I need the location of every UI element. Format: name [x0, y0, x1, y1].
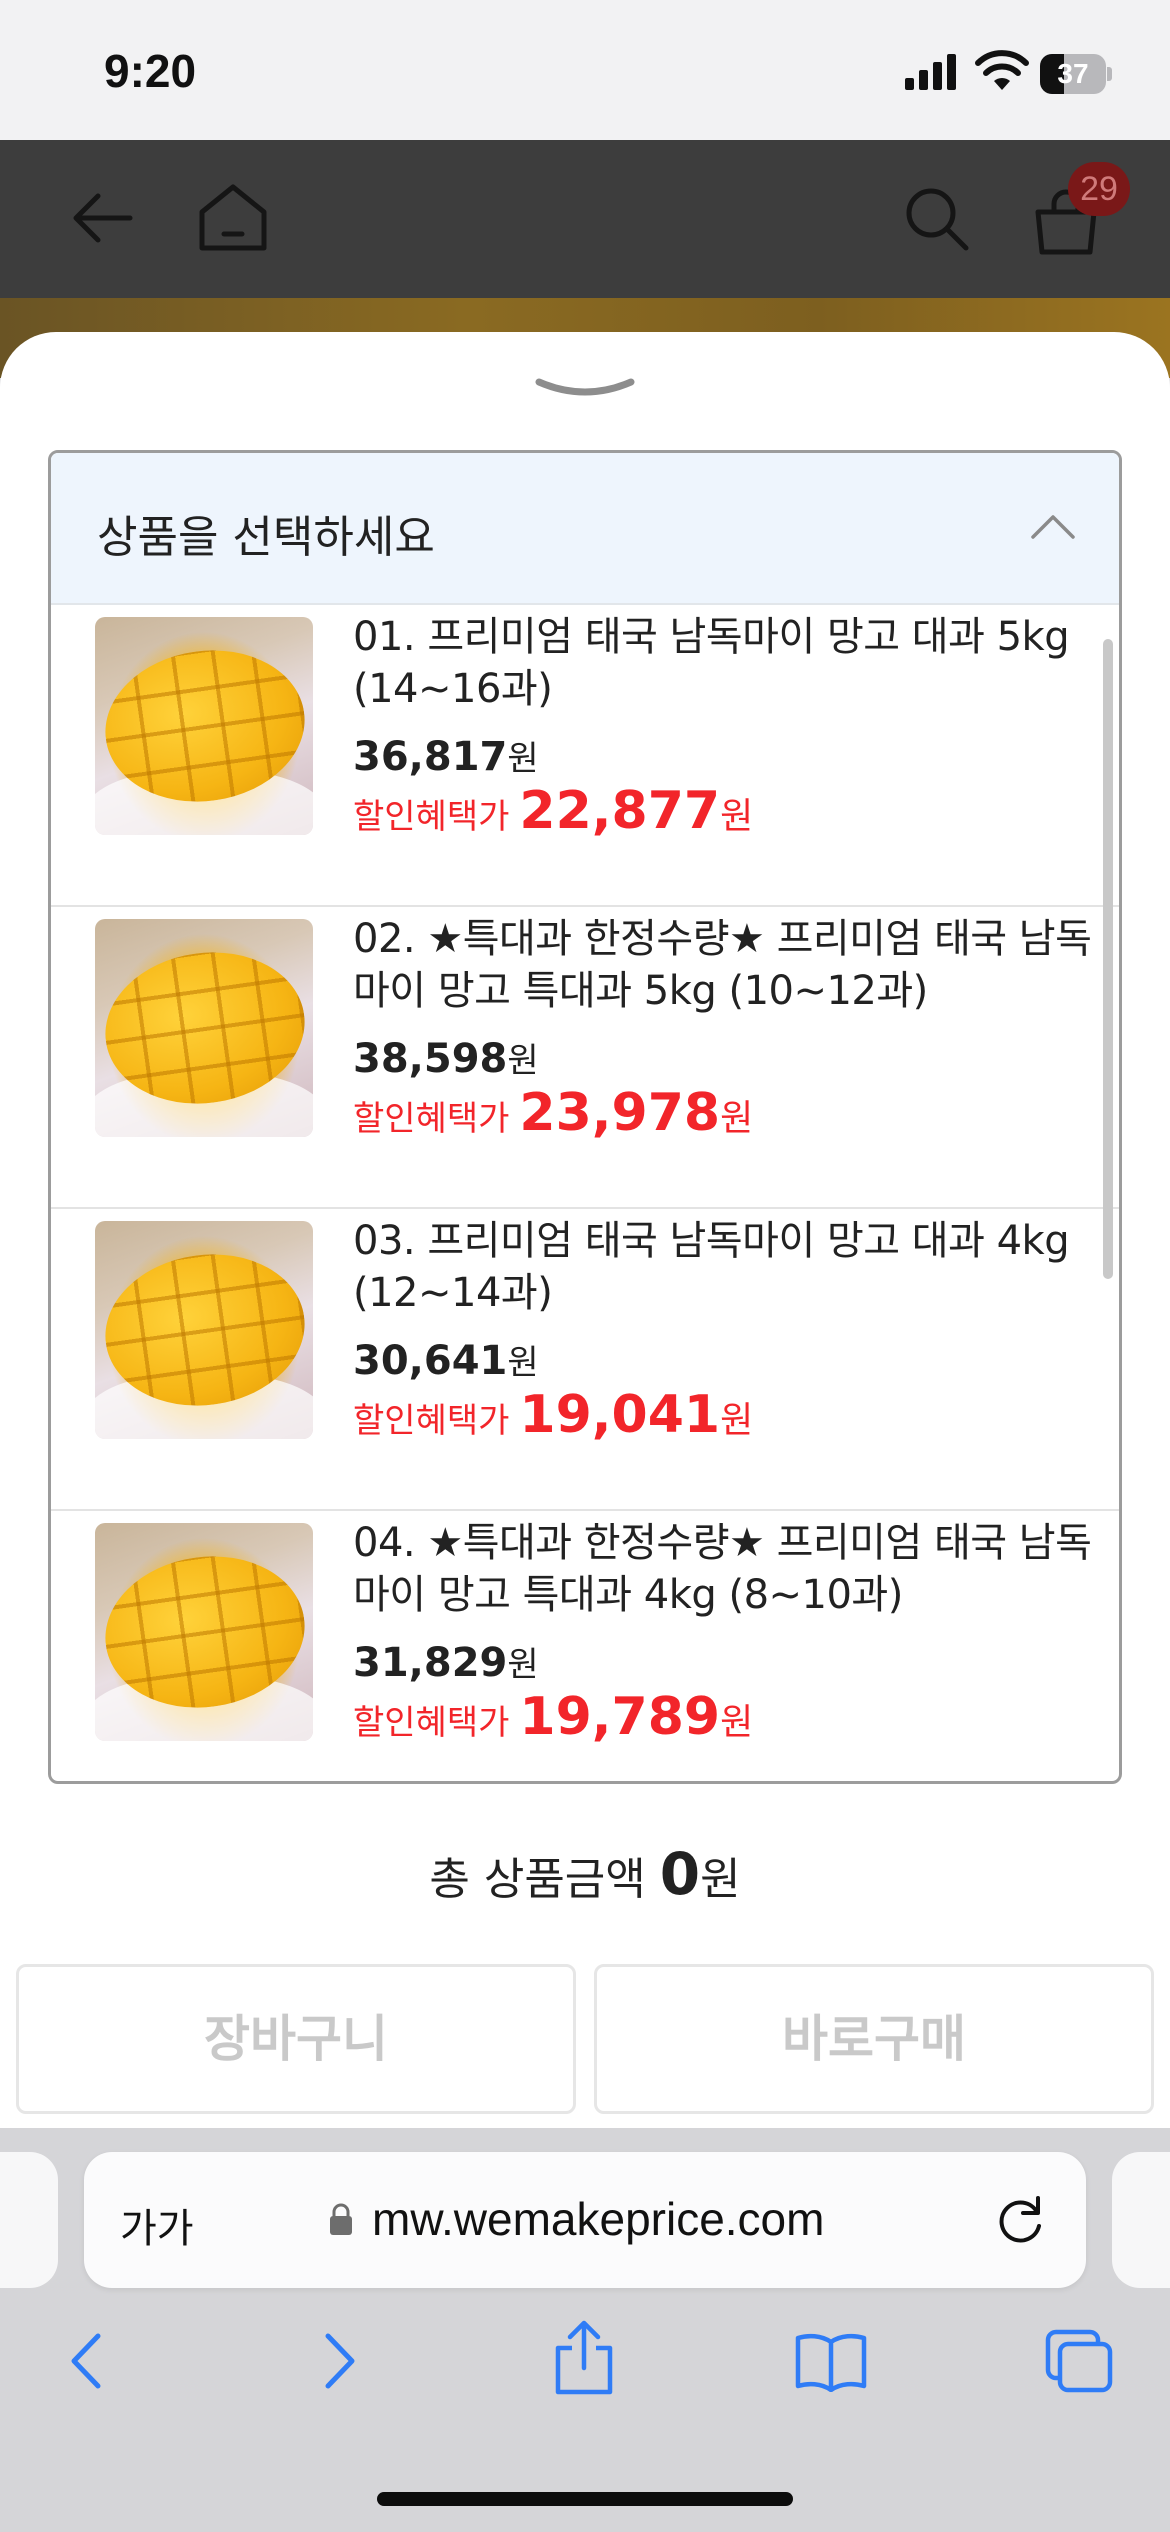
reload-icon[interactable]: [996, 2194, 1046, 2246]
option-price: 30,641원: [353, 1338, 539, 1384]
bookmarks-icon[interactable]: [794, 2332, 868, 2392]
search-icon[interactable]: [902, 184, 972, 254]
cellular-signal-icon: [905, 54, 957, 90]
share-icon[interactable]: [552, 2320, 616, 2396]
next-tab-preview[interactable]: [1112, 2152, 1170, 2288]
option-name: 03. 프리미엄 태국 남독마이 망고 대과 4kg (12~14과): [353, 1218, 1070, 1316]
option-price: 38,598원: [353, 1036, 539, 1082]
add-to-cart-button[interactable]: 장바구니: [16, 1964, 576, 2114]
option-sale-price: 할인혜택가 19,789원: [353, 1687, 754, 1747]
address-bar[interactable]: 가가 mw.wemakeprice.com: [84, 2152, 1086, 2288]
option-name: 02. ★특대과 한정수량★ 프리미엄 태국 남독마이 망고 특대과 5kg (…: [353, 916, 1092, 1014]
option-sale-price: 할인혜택가 22,877원: [353, 781, 754, 841]
total-unit: 원: [700, 1854, 741, 1905]
total-value: 0: [659, 1840, 701, 1908]
mango-thumbnail: [95, 617, 313, 835]
cart-count-badge: 29: [1068, 162, 1130, 216]
option-item[interactable]: 03. 프리미엄 태국 남독마이 망고 대과 4kg (12~14과) 30,6…: [51, 1209, 1119, 1511]
tabs-icon[interactable]: [1044, 2328, 1114, 2394]
app-header: [0, 140, 1170, 298]
battery-level: 37: [1057, 58, 1089, 89]
chevron-up-icon[interactable]: [1029, 511, 1077, 543]
browser-forward-icon[interactable]: [320, 2330, 360, 2392]
option-item[interactable]: 01. 프리미엄 태국 남독마이 망고 대과 5kg (14~16과) 36,8…: [51, 605, 1119, 907]
total-amount: 총 상품금액 0원: [0, 1840, 1170, 1908]
battery-icon: 37: [1040, 54, 1112, 94]
lock-icon: [330, 2203, 352, 2235]
option-item[interactable]: 02. ★특대과 한정수량★ 프리미엄 태국 남독마이 망고 특대과 5kg (…: [51, 907, 1119, 1209]
browser-back-icon[interactable]: [66, 2330, 106, 2392]
back-arrow-icon[interactable]: [68, 184, 136, 252]
total-label: 총 상품금액: [429, 1854, 646, 1905]
page-settings-button[interactable]: 가가: [120, 2196, 194, 2254]
home-icon[interactable]: [196, 182, 270, 254]
option-price: 36,817원: [353, 734, 539, 780]
option-sale-price: 할인혜택가 23,978원: [353, 1083, 754, 1143]
status-bar: 9:20 37: [0, 0, 1170, 140]
mango-thumbnail: [95, 1221, 313, 1439]
option-select-dropdown[interactable]: 상품을 선택하세요 01. 프리미엄 태국 남독마이 망고 대과 5kg (14…: [48, 450, 1122, 1784]
option-list-scrollbar[interactable]: [1103, 639, 1113, 1279]
previous-tab-preview[interactable]: [0, 2152, 58, 2288]
buy-now-button[interactable]: 바로구매: [594, 1964, 1154, 2114]
url-text[interactable]: mw.wemakeprice.com: [372, 2192, 824, 2246]
mango-thumbnail: [95, 919, 313, 1137]
option-price: 31,829원: [353, 1640, 539, 1686]
option-name: 04. ★특대과 한정수량★ 프리미엄 태국 남독마이 망고 특대과 4kg (…: [353, 1520, 1092, 1618]
status-time: 9:20: [104, 45, 197, 97]
option-sale-price: 할인혜택가 19,041원: [353, 1385, 754, 1445]
option-select-header[interactable]: 상품을 선택하세요: [51, 453, 1119, 605]
option-select-placeholder: 상품을 선택하세요: [97, 512, 435, 563]
option-item[interactable]: 04. ★특대과 한정수량★ 프리미엄 태국 남독마이 망고 특대과 4kg (…: [51, 1511, 1119, 1781]
mango-thumbnail: [95, 1523, 313, 1741]
chevron-down-icon[interactable]: [535, 376, 635, 400]
home-indicator[interactable]: [377, 2492, 793, 2506]
wifi-icon: [975, 50, 1029, 90]
option-name: 01. 프리미엄 태국 남독마이 망고 대과 5kg (14~16과): [353, 614, 1070, 712]
